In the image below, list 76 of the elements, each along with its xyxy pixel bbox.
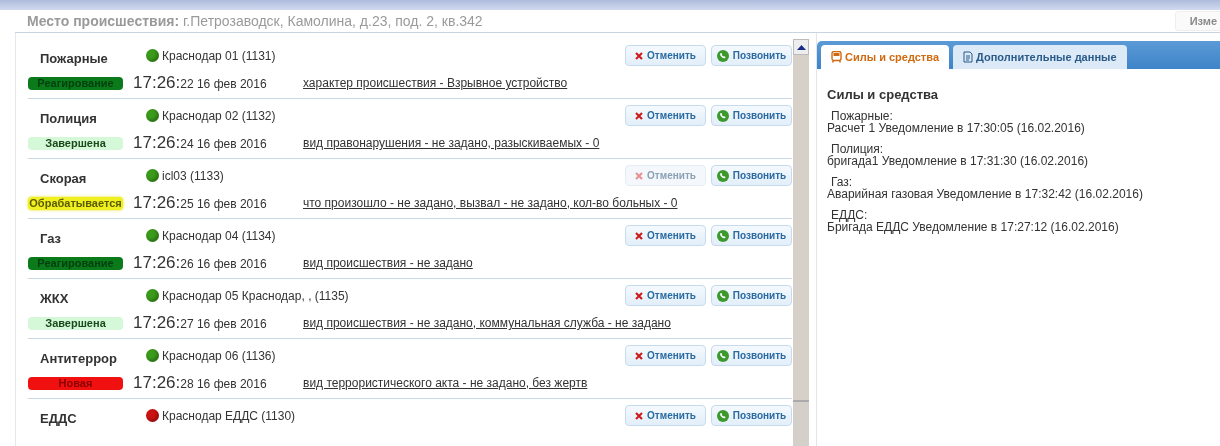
incident-time: 17:26:26 16 фев 2016 xyxy=(132,253,268,273)
service-label: Полиция: xyxy=(830,143,884,155)
call-button[interactable]: Позвонить xyxy=(711,225,792,246)
close-icon xyxy=(635,111,644,120)
call-button[interactable]: Позвонить xyxy=(711,165,792,186)
cancel-button[interactable]: Отменить xyxy=(625,345,706,366)
phone-icon xyxy=(716,49,729,62)
section-title: Силы и средства xyxy=(827,87,940,102)
incident-description-link[interactable]: вид террористического акта - не задано, без жертв xyxy=(303,376,588,390)
incident-description-link[interactable]: что произошло - не задано, вызвал - не задано, кол-во больных - 0 xyxy=(303,196,678,210)
service-name: Антитеррор xyxy=(39,350,118,366)
scrollbar[interactable] xyxy=(793,39,809,446)
bus-icon xyxy=(831,51,842,63)
notification-text: Бригада ЕДДС Уведомление в 17:27:12 (16.02.2016) xyxy=(827,221,1120,234)
service-name: ЖКХ xyxy=(39,290,70,306)
call-button[interactable]: Позвонить xyxy=(711,105,792,126)
service-name: Газ xyxy=(39,230,63,246)
call-button[interactable]: Позвонить xyxy=(711,45,792,66)
close-icon xyxy=(635,51,644,60)
unit-name: icl03 (1133) xyxy=(162,168,224,183)
incident-time: 17:26:27 16 фев 2016 xyxy=(132,313,268,333)
phone-icon xyxy=(716,109,729,122)
cancel-button[interactable]: Отменить xyxy=(625,45,706,66)
service-name: ЕДДС xyxy=(39,410,78,426)
notification-text: бригада1 Уведомление в 17:31:30 (16.02.2016) xyxy=(827,155,1090,168)
service-name: Полиция xyxy=(39,110,98,126)
status-badge: Обрабатывается xyxy=(28,196,123,210)
close-icon xyxy=(635,351,644,360)
incident-description-link[interactable]: вид правонарушения - не задано, разыскиваемых - 0 xyxy=(303,136,600,150)
call-button[interactable]: Позвонить xyxy=(711,405,792,426)
status-badge: Завершена xyxy=(28,136,123,150)
incident-time: 17:26:28 16 фев 2016 xyxy=(132,373,268,393)
unit-name: Краснодар 02 (1132) xyxy=(162,108,276,123)
unit-name: Краснодар 04 (1134) xyxy=(162,228,276,243)
notification-text: Расчет 1 Уведомление в 17:30:05 (16.02.2016) xyxy=(827,122,1086,135)
cancel-button[interactable]: Отменить xyxy=(625,225,706,246)
unit-name: Краснодар 01 (1131) xyxy=(162,48,276,63)
call-button[interactable]: Позвонить xyxy=(711,285,792,306)
edit-button[interactable]: Изме xyxy=(1174,11,1220,31)
status-badge: Новая xyxy=(28,376,123,390)
close-icon xyxy=(635,291,644,300)
scroll-up-icon[interactable] xyxy=(793,39,809,55)
document-icon xyxy=(963,51,973,63)
tab[interactable]: Силы и средства xyxy=(821,45,949,69)
incident-description-link[interactable]: характер происшествия - Взрывное устройство xyxy=(303,76,568,90)
unit-name: Краснодар 06 (1136) xyxy=(162,348,276,363)
service-label: Газ: xyxy=(831,176,853,188)
unit-name: Краснодар ЕДДС (1130) xyxy=(162,408,296,423)
phone-icon xyxy=(716,169,729,182)
close-icon xyxy=(635,231,644,240)
incident-location: Место происшествия: г.Петрозаводск, Камолина, д.23, под. 2, кв.342 xyxy=(27,13,483,29)
close-icon xyxy=(635,411,644,420)
status-badge: Реагирование xyxy=(28,76,123,90)
incident-description-link[interactable]: вид происшествия - не задано xyxy=(303,256,473,270)
service-label: Пожарные: xyxy=(830,110,893,122)
phone-icon xyxy=(716,229,729,242)
close-icon xyxy=(635,171,644,180)
incident-time: 17:26:22 16 фев 2016 xyxy=(132,73,268,93)
phone-icon xyxy=(716,349,729,362)
cancel-button[interactable]: Отменить xyxy=(625,405,706,426)
phone-icon xyxy=(716,409,729,422)
unit-name: Краснодар 05 Краснодар, , (1135) xyxy=(162,288,349,303)
tab[interactable]: Дополнительные данные xyxy=(953,45,1127,69)
service-name: Скорая xyxy=(39,170,88,186)
incident-time: 17:26:25 16 фев 2016 xyxy=(132,193,268,213)
cancel-button[interactable]: Отменить xyxy=(625,105,706,126)
call-button[interactable]: Позвонить xyxy=(711,345,792,366)
service-label: ЕДДС: xyxy=(830,209,868,221)
notification-text: Аварийная газовая Уведомление в 17:32:42 (16.02.2016) xyxy=(827,188,1144,201)
cancel-button[interactable]: Отменить xyxy=(625,285,706,306)
status-badge: Завершена xyxy=(28,316,123,330)
incident-description-link[interactable]: вид происшествия - не задано, коммунальная служба - не задано xyxy=(303,316,671,330)
service-name: Пожарные xyxy=(39,50,109,66)
phone-icon xyxy=(716,289,729,302)
incident-time: 17:26:24 16 фев 2016 xyxy=(132,133,268,153)
status-badge: Реагирование xyxy=(28,256,123,270)
